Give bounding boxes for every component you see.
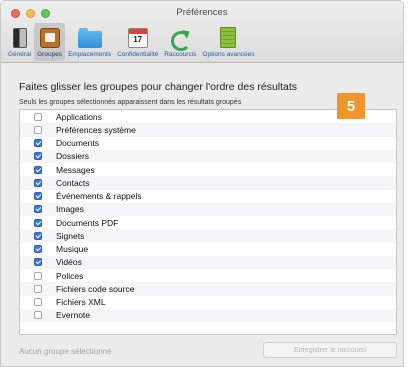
group-checkbox[interactable] xyxy=(34,152,42,161)
group-checkbox[interactable] xyxy=(34,271,42,280)
group-row[interactable]: Contacts xyxy=(20,176,396,190)
tab-groups[interactable]: Groupes xyxy=(34,23,66,61)
group-label: Signets xyxy=(56,230,85,241)
status-text: Aucun groupe sélectionné xyxy=(19,347,112,356)
group-checkbox[interactable] xyxy=(34,192,42,201)
page-heading: Faites glisser les groupes pour changer … xyxy=(19,81,298,93)
tab-privacy-label: Confidentialité xyxy=(117,51,159,58)
group-label: Evernote xyxy=(56,310,91,321)
group-checkbox[interactable] xyxy=(34,218,42,227)
group-checkbox[interactable] xyxy=(34,112,42,121)
folder-icon xyxy=(77,28,102,48)
group-label: Contacts xyxy=(56,177,90,188)
group-checkbox[interactable] xyxy=(34,298,42,307)
group-label: Musique xyxy=(56,244,89,255)
group-checkbox[interactable] xyxy=(34,284,42,293)
group-row[interactable]: Signets xyxy=(20,229,396,243)
group-label: Préférences système xyxy=(56,124,136,135)
group-label: Fichiers code source xyxy=(56,283,135,294)
tab-general-label: Général xyxy=(8,51,32,58)
tab-locations-label: Emplacements xyxy=(68,51,112,58)
group-checkbox[interactable] xyxy=(34,311,42,320)
tab-general[interactable]: Général xyxy=(5,23,34,61)
group-row[interactable]: Documents PDF xyxy=(20,216,396,229)
group-row[interactable]: Messages xyxy=(20,163,396,176)
tab-advanced[interactable]: Options avancées xyxy=(199,23,257,61)
general-icon xyxy=(12,28,27,48)
record-shortcut-button[interactable]: Enregistrer le raccourci xyxy=(263,342,397,358)
title-bar: Préférences Général Groupes Emplacements… xyxy=(1,1,403,63)
group-label: Documents PDF xyxy=(56,217,119,228)
group-row[interactable]: Images xyxy=(20,202,396,216)
group-row[interactable]: Polices xyxy=(20,269,396,282)
advanced-icon xyxy=(220,27,237,48)
groups-icon xyxy=(39,28,60,48)
group-label: Images xyxy=(56,204,84,215)
page-subheading: Seuls les groupes sélectionnés apparaiss… xyxy=(19,99,242,106)
group-row[interactable]: Événements & rappels xyxy=(20,190,396,203)
group-label: Messages xyxy=(56,164,95,175)
groups-list[interactable]: Applications Préférences système Documents… xyxy=(19,109,397,335)
group-label: Dossiers xyxy=(56,151,90,162)
group-label: Fichiers XML xyxy=(56,297,106,308)
group-row[interactable]: Préférences système xyxy=(20,123,396,137)
group-checkbox[interactable] xyxy=(34,205,42,214)
calendar-icon: 17 xyxy=(127,28,148,48)
group-row[interactable]: Evernote xyxy=(20,308,396,322)
group-checkbox[interactable] xyxy=(34,231,42,240)
group-row[interactable]: Fichiers XML xyxy=(20,296,396,309)
group-checkbox[interactable] xyxy=(34,245,42,254)
arrow-icon xyxy=(169,28,192,51)
group-row[interactable]: Dossiers xyxy=(20,149,396,163)
group-label: Vidéos xyxy=(56,257,82,268)
group-label: Polices xyxy=(56,270,84,281)
window-title: Préférences xyxy=(176,7,228,18)
tab-groups-label: Groupes xyxy=(37,51,63,58)
preferences-window: Préférences Général Groupes Emplacements… xyxy=(0,0,404,367)
tab-advanced-label: Options avancées xyxy=(202,51,255,58)
group-label: Documents xyxy=(56,138,99,149)
group-checkbox[interactable] xyxy=(34,165,42,174)
group-label: Applications xyxy=(56,111,102,122)
group-checkbox[interactable] xyxy=(34,125,42,134)
group-row[interactable]: Vidéos xyxy=(20,255,396,269)
group-checkbox[interactable] xyxy=(34,178,42,187)
group-checkbox[interactable] xyxy=(34,258,42,267)
tab-shortcuts-label: Raccourcis xyxy=(164,51,197,58)
group-row[interactable]: Documents xyxy=(20,137,396,150)
group-label: Événements & rappels xyxy=(56,191,142,202)
group-row[interactable]: Musique xyxy=(20,243,396,256)
tab-locations[interactable]: Emplacements xyxy=(65,23,114,61)
step-badge: 5 xyxy=(337,93,365,119)
tab-shortcuts[interactable]: Raccourcis xyxy=(161,23,199,61)
group-checkbox[interactable] xyxy=(34,139,42,148)
group-row[interactable]: Fichiers code source xyxy=(20,282,396,296)
tab-privacy[interactable]: 17 Confidentialité xyxy=(114,23,161,61)
preferences-toolbar: Général Groupes Emplacements 17 Confiden… xyxy=(5,23,257,61)
